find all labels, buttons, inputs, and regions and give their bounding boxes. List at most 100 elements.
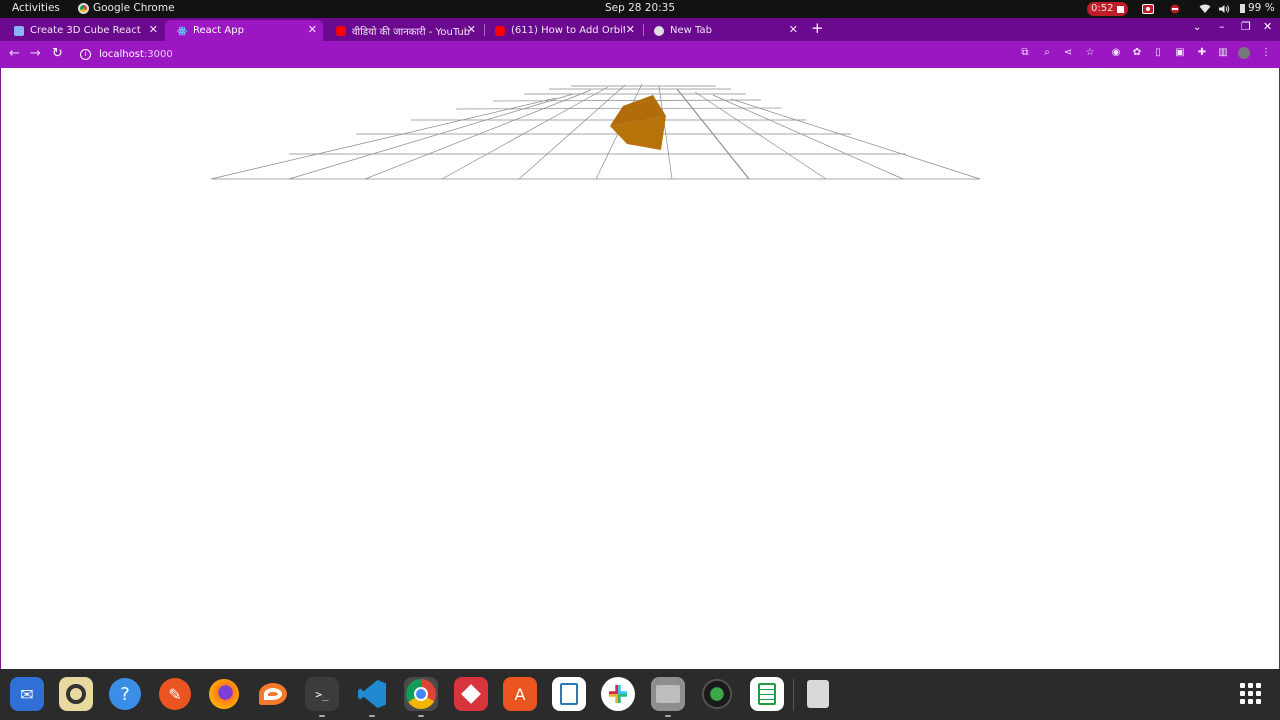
- webpage-viewport: [0, 68, 1280, 669]
- volume-icon[interactable]: [1217, 2, 1231, 16]
- site-info-icon[interactable]: i: [80, 49, 91, 60]
- battery-indicator[interactable]: 99 %: [1240, 2, 1275, 14]
- grid-helper: [210, 83, 981, 180]
- grid-dot: [1240, 683, 1245, 688]
- grid-line: [492, 99, 762, 102]
- grid-dot: [1240, 691, 1245, 696]
- url-text[interactable]: localhost:3000: [99, 49, 173, 60]
- zoom-icon[interactable]: ⌕: [1041, 47, 1053, 59]
- firefox-icon[interactable]: [207, 677, 241, 711]
- files-icon[interactable]: [651, 677, 685, 717]
- extension-icon[interactable]: ▯: [1152, 47, 1164, 59]
- show-applications-icon[interactable]: [1240, 683, 1261, 704]
- help-icon[interactable]: ?: [108, 677, 142, 711]
- react-icon: [177, 26, 187, 36]
- bookmark-star-icon[interactable]: ☆: [1084, 47, 1096, 59]
- app-menu[interactable]: Google Chrome: [78, 2, 175, 14]
- side-panel-icon[interactable]: ▥: [1217, 47, 1229, 59]
- recording-time: 0:52: [1091, 3, 1114, 14]
- libreoffice-calc-icon[interactable]: [750, 677, 784, 711]
- battery-level: 99 %: [1248, 2, 1275, 14]
- wifi-icon[interactable]: [1198, 2, 1212, 16]
- extension-icon[interactable]: ✿: [1131, 47, 1143, 59]
- terminal-icon[interactable]: >_: [305, 677, 339, 717]
- url-port: :3000: [143, 49, 173, 60]
- blender-icon[interactable]: [256, 677, 290, 711]
- tab-title: वीडियो की जानकारी - YouTube: [352, 26, 470, 38]
- open-in-app-icon[interactable]: ⧉: [1019, 47, 1031, 59]
- system-top-bar: Activities Google Chrome Sep 28 20:35 0:…: [0, 0, 1280, 18]
- profile-avatar[interactable]: [1238, 47, 1250, 59]
- cube[interactable]: [610, 95, 666, 150]
- grid-dot: [1256, 691, 1261, 696]
- dock: ✉ ? ✎ >_ A: [0, 669, 1280, 720]
- slack-icon[interactable]: [601, 677, 635, 711]
- close-tab-icon[interactable]: ✕: [149, 23, 158, 36]
- grid-dot: [1256, 699, 1261, 704]
- battery-icon: [1240, 3, 1245, 13]
- tab-strip: Create 3D Cube React ✕ React App ✕ वीडिय…: [0, 18, 1280, 41]
- tab-how-to-add-orbit[interactable]: (611) How to Add OrbitC ✕: [483, 20, 641, 41]
- tab-title: Create 3D Cube React: [30, 25, 141, 36]
- new-tab-button[interactable]: +: [811, 19, 824, 37]
- tab-new-tab[interactable]: New Tab ✕: [642, 20, 804, 41]
- grid-line: [518, 84, 626, 180]
- extension-icon[interactable]: ▣: [1174, 47, 1186, 59]
- camera-app-icon[interactable]: [700, 677, 734, 711]
- tab-title: React App: [193, 25, 244, 36]
- grid-dot: [1248, 699, 1253, 704]
- grid-line: [730, 98, 981, 180]
- grid-dot: [1240, 699, 1245, 704]
- app-menu-label: Google Chrome: [93, 2, 175, 14]
- youtube-icon: [495, 25, 505, 36]
- close-tab-icon[interactable]: ✕: [308, 23, 317, 36]
- grid-line: [210, 97, 557, 180]
- rhythmbox-icon[interactable]: [59, 677, 93, 711]
- close-tab-icon[interactable]: ✕: [626, 23, 635, 36]
- doc-icon: [14, 25, 24, 36]
- reload-icon[interactable]: ↻: [52, 46, 63, 61]
- grid-dot: [1248, 683, 1253, 688]
- tab-youtube-video-details[interactable]: वीडियो की जानकारी - YouTube ✕: [324, 20, 482, 41]
- url-host: localhost: [99, 49, 144, 60]
- extensions-puzzle-icon[interactable]: ✚: [1196, 47, 1208, 59]
- recording-indicator[interactable]: 0:52: [1087, 2, 1129, 16]
- do-not-disturb-icon[interactable]: [1169, 2, 1181, 16]
- chrome-icon[interactable]: [404, 677, 438, 717]
- restore-icon[interactable]: ❐: [1241, 20, 1251, 33]
- grid-line: [455, 107, 782, 110]
- app-center-icon[interactable]: A: [503, 677, 537, 711]
- share-icon[interactable]: ⋖: [1062, 47, 1074, 59]
- youtube-icon: [336, 25, 346, 36]
- close-tab-icon[interactable]: ✕: [467, 23, 476, 36]
- grid-line: [364, 89, 592, 180]
- grid-line: [288, 93, 574, 180]
- chrome-icon: [78, 2, 89, 14]
- menu-icon[interactable]: ⋮: [1260, 47, 1272, 59]
- minimize-icon[interactable]: –: [1219, 20, 1225, 33]
- activities-button[interactable]: Activities: [12, 2, 60, 14]
- screencast-icon[interactable]: [1141, 2, 1155, 16]
- chrome-icon: [654, 25, 664, 36]
- anydesk-icon[interactable]: [454, 677, 488, 711]
- grid-dot: [1248, 691, 1253, 696]
- thunderbird-icon[interactable]: ✉: [10, 677, 44, 711]
- tab-search-icon[interactable]: ⌄: [1193, 22, 1201, 33]
- three-canvas[interactable]: [1, 68, 1279, 669]
- tab-react-app[interactable]: React App ✕: [165, 20, 323, 41]
- close-window-icon[interactable]: ✕: [1263, 20, 1272, 33]
- tab-title: (611) How to Add OrbitC: [511, 25, 625, 36]
- grid-line: [712, 94, 904, 180]
- vscode-icon[interactable]: [355, 677, 389, 717]
- libreoffice-writer-icon[interactable]: [552, 677, 586, 711]
- close-tab-icon[interactable]: ✕: [789, 23, 798, 36]
- inkscape-icon[interactable]: ✎: [158, 677, 192, 711]
- forward-icon[interactable]: →: [30, 46, 41, 61]
- dock-separator: [793, 679, 794, 711]
- extension-record-icon[interactable]: ◉: [1110, 47, 1122, 59]
- address-bar[interactable]: i localhost:3000: [72, 44, 1102, 65]
- trash-icon[interactable]: [801, 677, 835, 711]
- back-icon[interactable]: ←: [9, 46, 20, 61]
- stop-icon: [1117, 5, 1125, 13]
- tab-create-3d-cube-react[interactable]: Create 3D Cube React ✕: [2, 20, 164, 41]
